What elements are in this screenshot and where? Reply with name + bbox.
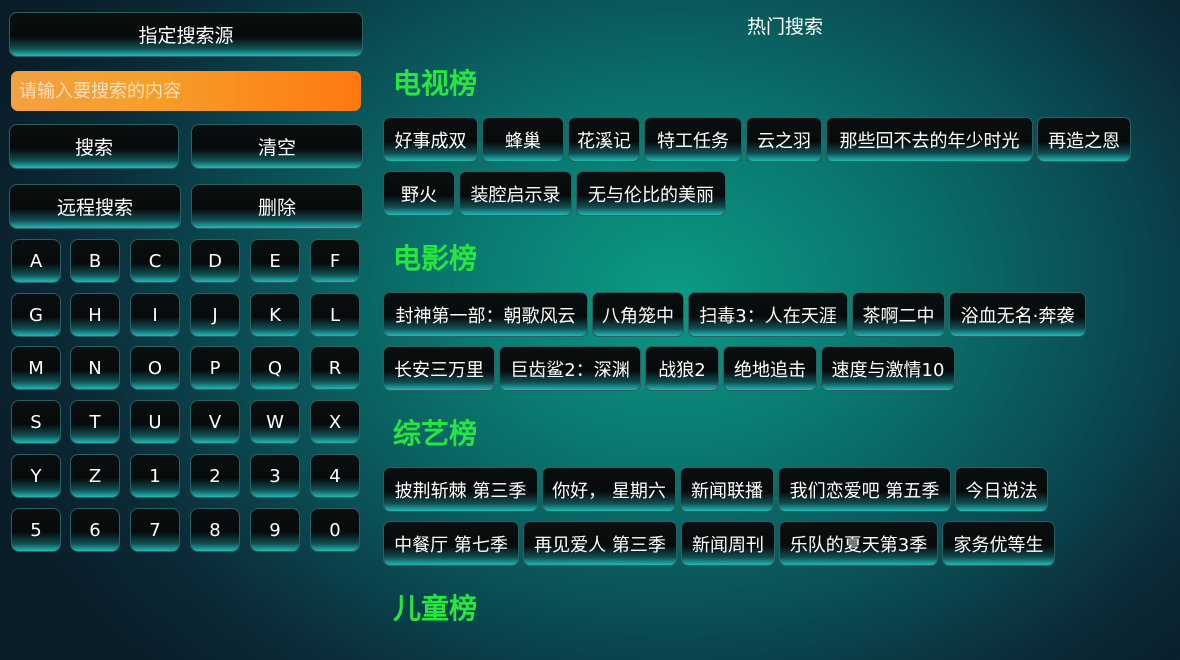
hot-tag-button[interactable]: 茶啊二中 — [852, 292, 945, 337]
key-4[interactable]: 4 — [310, 454, 360, 498]
key-s[interactable]: S — [11, 400, 61, 444]
hot-tag-button[interactable]: 长安三万里 — [383, 346, 495, 391]
search-input[interactable] — [11, 71, 361, 111]
hot-search-title: 热门搜索 — [746, 16, 823, 38]
hot-tag-button[interactable]: 云之羽 — [746, 117, 822, 162]
hot-tag-button[interactable]: 好事成双 — [383, 117, 478, 162]
key-p[interactable]: P — [190, 346, 240, 390]
hot-tag-button[interactable]: 装腔启示录 — [459, 171, 572, 216]
hot-tag-button[interactable]: 野火 — [383, 171, 455, 216]
key-y[interactable]: Y — [11, 454, 61, 498]
hot-tag-button[interactable]: 战狼2 — [645, 346, 719, 391]
hot-tag-button[interactable]: 我们恋爱吧 第五季 — [778, 467, 951, 512]
hot-tag-button[interactable]: 速度与激情10 — [821, 346, 955, 391]
hot-tag-button[interactable]: 今日说法 — [955, 467, 1048, 512]
key-v[interactable]: V — [190, 400, 240, 444]
hot-tag-button[interactable]: 扫毒3：人在天涯 — [688, 292, 848, 337]
key-2[interactable]: 2 — [190, 454, 240, 498]
key-n[interactable]: N — [70, 346, 120, 390]
section-title-0: 电视榜 — [393, 67, 478, 100]
key-k[interactable]: K — [250, 293, 300, 337]
key-d[interactable]: D — [190, 239, 240, 283]
key-e[interactable]: E — [250, 239, 300, 283]
key-m[interactable]: M — [11, 346, 61, 390]
hot-tag-button[interactable]: 中餐厅 第七季 — [383, 521, 519, 566]
hot-tag-button[interactable]: 花溪记 — [568, 117, 640, 162]
specify-source-button[interactable]: 指定搜索源 — [9, 12, 363, 57]
key-x[interactable]: X — [310, 400, 360, 444]
hot-tag-button[interactable]: 无与伦比的美丽 — [576, 171, 726, 216]
section-title-1: 电影榜 — [393, 242, 478, 275]
hot-tag-button[interactable]: 再见爱人 第三季 — [523, 521, 677, 566]
hot-tag-button[interactable]: 新闻周刊 — [681, 521, 775, 566]
search-button[interactable]: 搜索 — [9, 124, 179, 169]
key-z[interactable]: Z — [70, 454, 120, 498]
hot-tag-button[interactable]: 新闻联播 — [680, 467, 774, 512]
hot-tag-button[interactable]: 乐队的夏天第3季 — [779, 521, 938, 566]
delete-button[interactable]: 删除 — [191, 184, 363, 229]
hot-tag-button[interactable]: 你好， 星期六 — [542, 467, 676, 512]
key-q[interactable]: Q — [250, 346, 300, 390]
hot-tag-button[interactable]: 蜂巢 — [482, 117, 564, 162]
key-5[interactable]: 5 — [11, 508, 61, 552]
key-g[interactable]: G — [11, 293, 61, 337]
clear-button[interactable]: 清空 — [191, 124, 363, 169]
key-c[interactable]: C — [130, 239, 180, 283]
hot-tag-button[interactable]: 巨齿鲨2：深渊 — [499, 346, 641, 391]
key-i[interactable]: I — [130, 293, 180, 337]
key-w[interactable]: W — [250, 400, 300, 444]
hot-tag-button[interactable]: 披荆斩棘 第三季 — [383, 467, 538, 512]
hot-tag-button[interactable]: 再造之恩 — [1037, 117, 1131, 162]
hot-tag-button[interactable]: 绝地追击 — [723, 346, 817, 391]
hot-tag-button[interactable]: 八角笼中 — [592, 292, 684, 337]
key-f[interactable]: F — [310, 239, 360, 283]
section-title-3: 儿童榜 — [393, 592, 478, 625]
key-r[interactable]: R — [310, 346, 360, 390]
key-u[interactable]: U — [130, 400, 180, 444]
hot-tag-button[interactable]: 那些回不去的年少时光 — [826, 117, 1033, 162]
key-h[interactable]: H — [70, 293, 120, 337]
key-0[interactable]: 0 — [310, 508, 360, 552]
key-o[interactable]: O — [130, 346, 180, 390]
section-title-2: 综艺榜 — [393, 417, 478, 450]
hot-tag-button[interactable]: 浴血无名·奔袭 — [949, 292, 1086, 337]
key-6[interactable]: 6 — [70, 508, 120, 552]
key-t[interactable]: T — [70, 400, 120, 444]
key-1[interactable]: 1 — [130, 454, 180, 498]
key-9[interactable]: 9 — [250, 508, 300, 552]
hot-tag-button[interactable]: 封神第一部：朝歌风云 — [383, 292, 588, 337]
remote-search-button[interactable]: 远程搜索 — [9, 184, 181, 229]
hot-tag-button[interactable]: 特工任务 — [644, 117, 742, 162]
key-l[interactable]: L — [310, 293, 360, 337]
key-j[interactable]: J — [190, 293, 240, 337]
key-8[interactable]: 8 — [190, 508, 240, 552]
key-a[interactable]: A — [11, 239, 61, 283]
key-3[interactable]: 3 — [250, 454, 300, 498]
key-b[interactable]: B — [70, 239, 120, 283]
hot-tag-button[interactable]: 家务优等生 — [942, 521, 1055, 566]
key-7[interactable]: 7 — [130, 508, 180, 552]
